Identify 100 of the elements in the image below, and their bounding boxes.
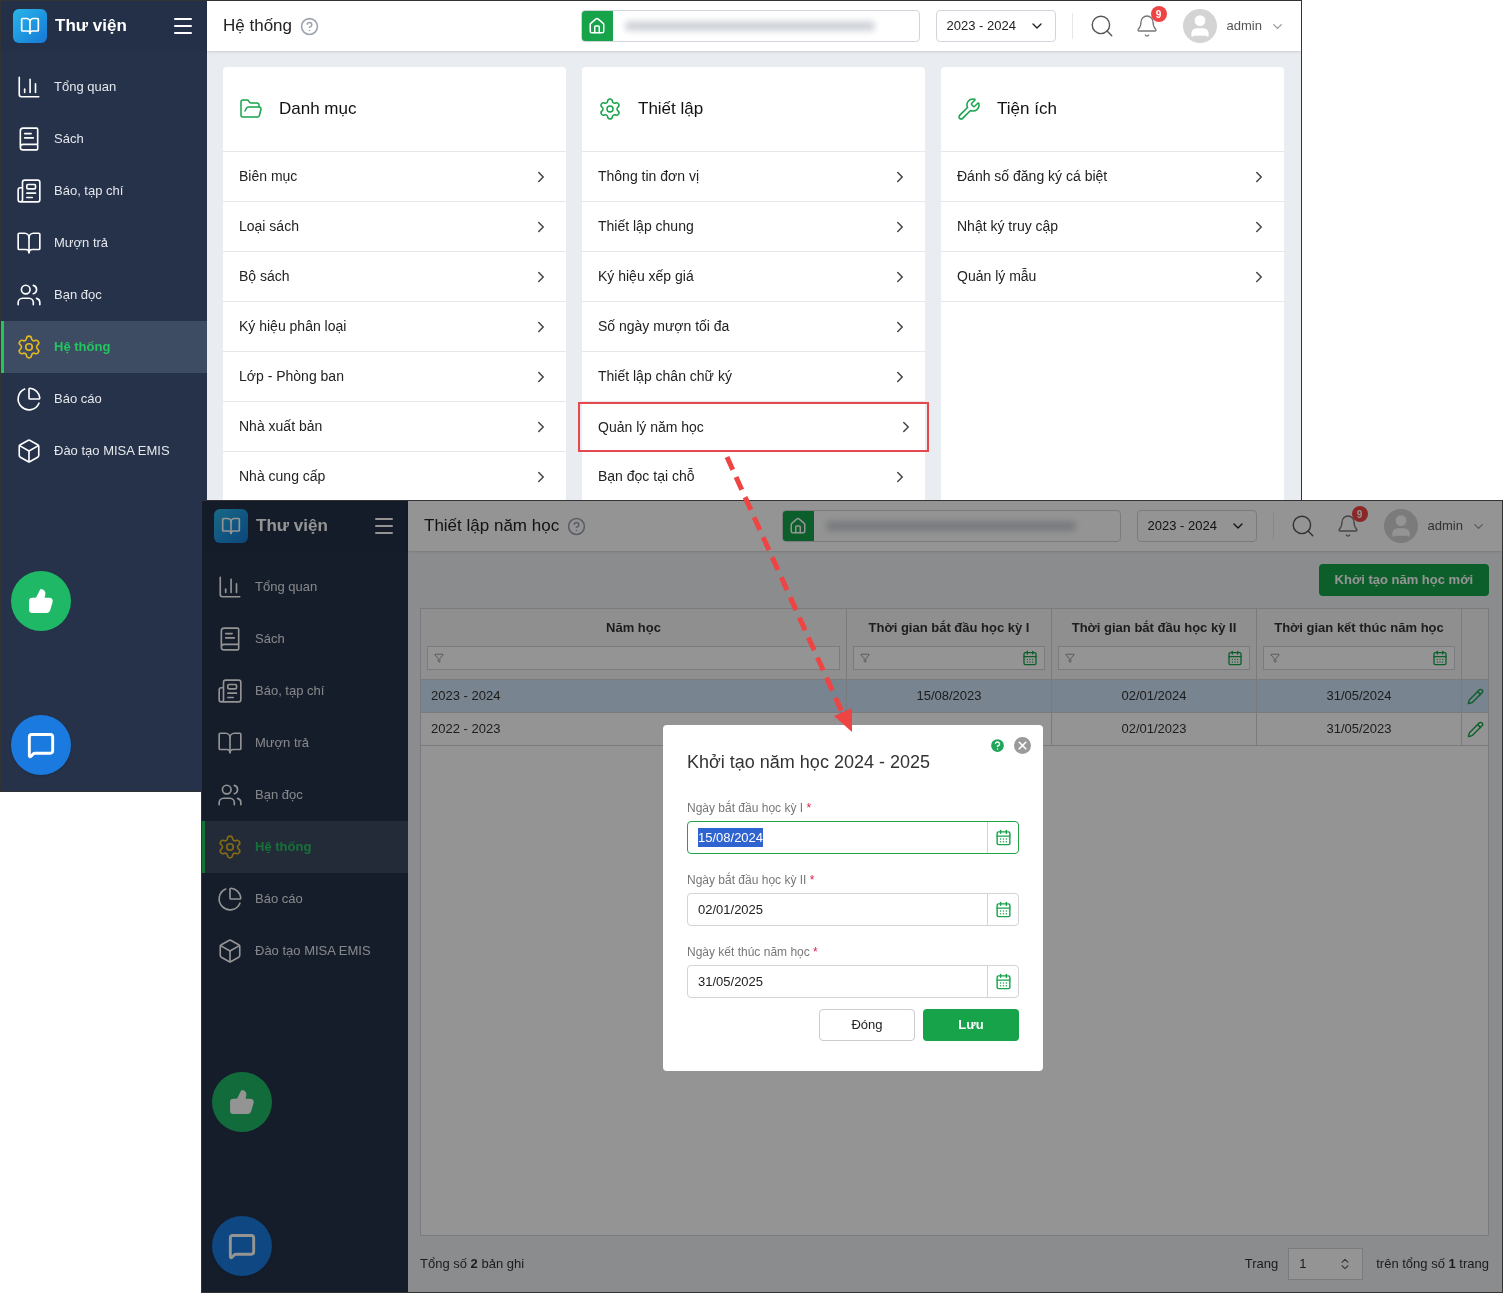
menu-row[interactable]: Bộ sách bbox=[223, 252, 566, 302]
app-title: Thư viện bbox=[256, 515, 328, 538]
notification-badge: 9 bbox=[1351, 506, 1368, 522]
help-icon[interactable] bbox=[567, 516, 587, 536]
page-title: Thiết lập năm học bbox=[424, 515, 560, 538]
open-book-icon bbox=[217, 730, 243, 756]
sidebar-item[interactable]: Đào tạo MISA EMIS bbox=[202, 925, 408, 977]
chat-button[interactable] bbox=[11, 715, 71, 775]
user-name[interactable]: admin bbox=[1226, 16, 1262, 36]
date-field[interactable]: 15/08/2024 bbox=[687, 821, 1019, 854]
sidebar-item[interactable]: Báo, tạp chí bbox=[1, 165, 207, 217]
table-cell-text: 31/05/2023 bbox=[1326, 720, 1392, 739]
people-icon bbox=[217, 782, 243, 808]
page-label: Trang bbox=[1244, 1255, 1279, 1274]
table-cell-text: 2023 - 2024 bbox=[431, 687, 501, 706]
help-icon[interactable] bbox=[300, 16, 319, 36]
avatar-icon[interactable] bbox=[1182, 9, 1217, 43]
calendar-icon[interactable] bbox=[1227, 649, 1243, 666]
thumbs-up-icon bbox=[229, 1089, 255, 1115]
menu-row[interactable]: Thiết lập chung bbox=[582, 202, 925, 252]
filter-field[interactable] bbox=[1058, 645, 1250, 670]
date-field[interactable]: 02/01/2025 bbox=[687, 893, 1019, 926]
field-label: Ngày bắt đầu học kỳ II * bbox=[687, 871, 816, 887]
sidebar-item[interactable]: Báo cáo bbox=[202, 873, 408, 925]
bar-chart-icon bbox=[217, 574, 243, 600]
card-title: Tiện ích bbox=[997, 98, 1057, 121]
bar-chart-icon bbox=[16, 74, 42, 100]
notification-badge: 9 bbox=[1150, 6, 1167, 22]
filter-field[interactable] bbox=[427, 645, 840, 670]
newspaper-icon bbox=[217, 678, 243, 704]
menu-row[interactable]: Thiết lập chân chữ ký bbox=[582, 352, 925, 402]
thumbs-up-button[interactable] bbox=[212, 1072, 272, 1132]
school-year-select[interactable]: 2023 - 2024 bbox=[1136, 510, 1257, 542]
filter-icon bbox=[860, 652, 870, 663]
chat-icon bbox=[228, 1232, 256, 1260]
table-cell-text: 2022 - 2023 bbox=[431, 720, 501, 739]
column-header: Thời gian kết thúc năm học bbox=[1274, 619, 1444, 638]
menu-row[interactable]: Số ngày mượn tối đa bbox=[582, 302, 925, 352]
filter-field[interactable] bbox=[853, 645, 1045, 670]
sidebar-item[interactable]: Đào tạo MISA EMIS bbox=[1, 425, 207, 477]
menu-row[interactable]: Ký hiệu phân loại bbox=[223, 302, 566, 352]
card-title: Danh mục bbox=[279, 98, 357, 121]
sidebar-item[interactable]: Sách bbox=[1, 113, 207, 165]
menu-row[interactable]: Quản lý năm học bbox=[578, 402, 929, 452]
calendar-icon[interactable] bbox=[994, 901, 1012, 918]
cube-icon bbox=[217, 938, 243, 964]
close-button[interactable]: Đóng bbox=[819, 1009, 915, 1041]
menu-row[interactable]: Lớp - Phòng ban bbox=[223, 352, 566, 402]
calendar-icon[interactable] bbox=[1432, 649, 1448, 666]
filter-field[interactable] bbox=[1263, 645, 1455, 670]
filter-icon bbox=[1270, 652, 1280, 663]
menu-row[interactable]: Đánh số đăng ký cá biệt bbox=[941, 152, 1284, 202]
column-header: Thời gian bắt đầu học kỳ II bbox=[1071, 619, 1237, 638]
home-icon bbox=[588, 17, 607, 35]
menu-row[interactable]: Nhật ký truy cập bbox=[941, 202, 1284, 252]
thumbs-up-button[interactable] bbox=[11, 571, 71, 631]
settings-icon bbox=[217, 834, 243, 860]
thumbs-up-icon bbox=[28, 588, 54, 614]
date-field[interactable]: 31/05/2025 bbox=[687, 965, 1019, 998]
open-book-icon bbox=[16, 230, 42, 256]
close-icon[interactable] bbox=[1014, 737, 1031, 754]
column-header: Thời gian bắt đầu học kỳ I bbox=[868, 619, 1030, 638]
settings-icon bbox=[598, 97, 622, 121]
edit-icon[interactable] bbox=[1466, 687, 1484, 705]
table-cell-text: 02/01/2023 bbox=[1121, 720, 1187, 739]
calendar-icon[interactable] bbox=[994, 829, 1012, 846]
folder-icon bbox=[239, 97, 263, 121]
calendar-icon[interactable] bbox=[1022, 649, 1038, 666]
menu-row[interactable]: Nhà xuất bản bbox=[223, 402, 566, 452]
people-icon bbox=[16, 282, 42, 308]
pie-chart-icon bbox=[217, 886, 243, 912]
sidebar-item[interactable]: Bạn đọc bbox=[1, 269, 207, 321]
chat-button[interactable] bbox=[212, 1216, 272, 1276]
sidebar-item[interactable]: Báo cáo bbox=[1, 373, 207, 425]
user-name[interactable]: admin bbox=[1427, 516, 1463, 536]
address-field[interactable] bbox=[580, 10, 920, 42]
menu-row[interactable]: Biên mục bbox=[223, 152, 566, 202]
menu-row[interactable]: Thông tin đơn vị bbox=[582, 152, 925, 202]
settings-icon bbox=[16, 334, 42, 360]
sidebar-item[interactable]: Hệ thống bbox=[1, 321, 207, 373]
address-field[interactable] bbox=[781, 510, 1121, 542]
chat-icon bbox=[27, 731, 55, 759]
filter-icon bbox=[1065, 652, 1075, 663]
school-year-select[interactable]: 2023 - 2024 bbox=[935, 10, 1056, 42]
column-header: Năm học bbox=[606, 619, 661, 638]
newspaper-icon bbox=[16, 178, 42, 204]
calendar-icon[interactable] bbox=[994, 973, 1012, 990]
sidebar-item[interactable]: Mượn trả bbox=[1, 217, 207, 269]
edit-icon[interactable] bbox=[1466, 720, 1484, 738]
modal-title: Khởi tạo năm học 2024 - 2025 bbox=[687, 751, 931, 774]
page-total: trên tổng số 1 trang bbox=[1376, 1255, 1489, 1274]
page-input[interactable]: 1 bbox=[1288, 1248, 1364, 1280]
cube-icon bbox=[16, 438, 42, 464]
menu-row[interactable]: Loại sách bbox=[223, 202, 566, 252]
table-cell-text: 31/05/2024 bbox=[1326, 687, 1392, 706]
sidebar-item[interactable]: Tổng quan bbox=[1, 61, 207, 113]
menu-row[interactable]: Quản lý mẫu bbox=[941, 252, 1284, 302]
avatar-icon[interactable] bbox=[1383, 509, 1418, 543]
table-row[interactable]: 2023 - 2024 15/08/2023 02/01/2024 31/05/2024 bbox=[421, 680, 1488, 713]
menu-row[interactable]: Ký hiệu xếp giá bbox=[582, 252, 925, 302]
